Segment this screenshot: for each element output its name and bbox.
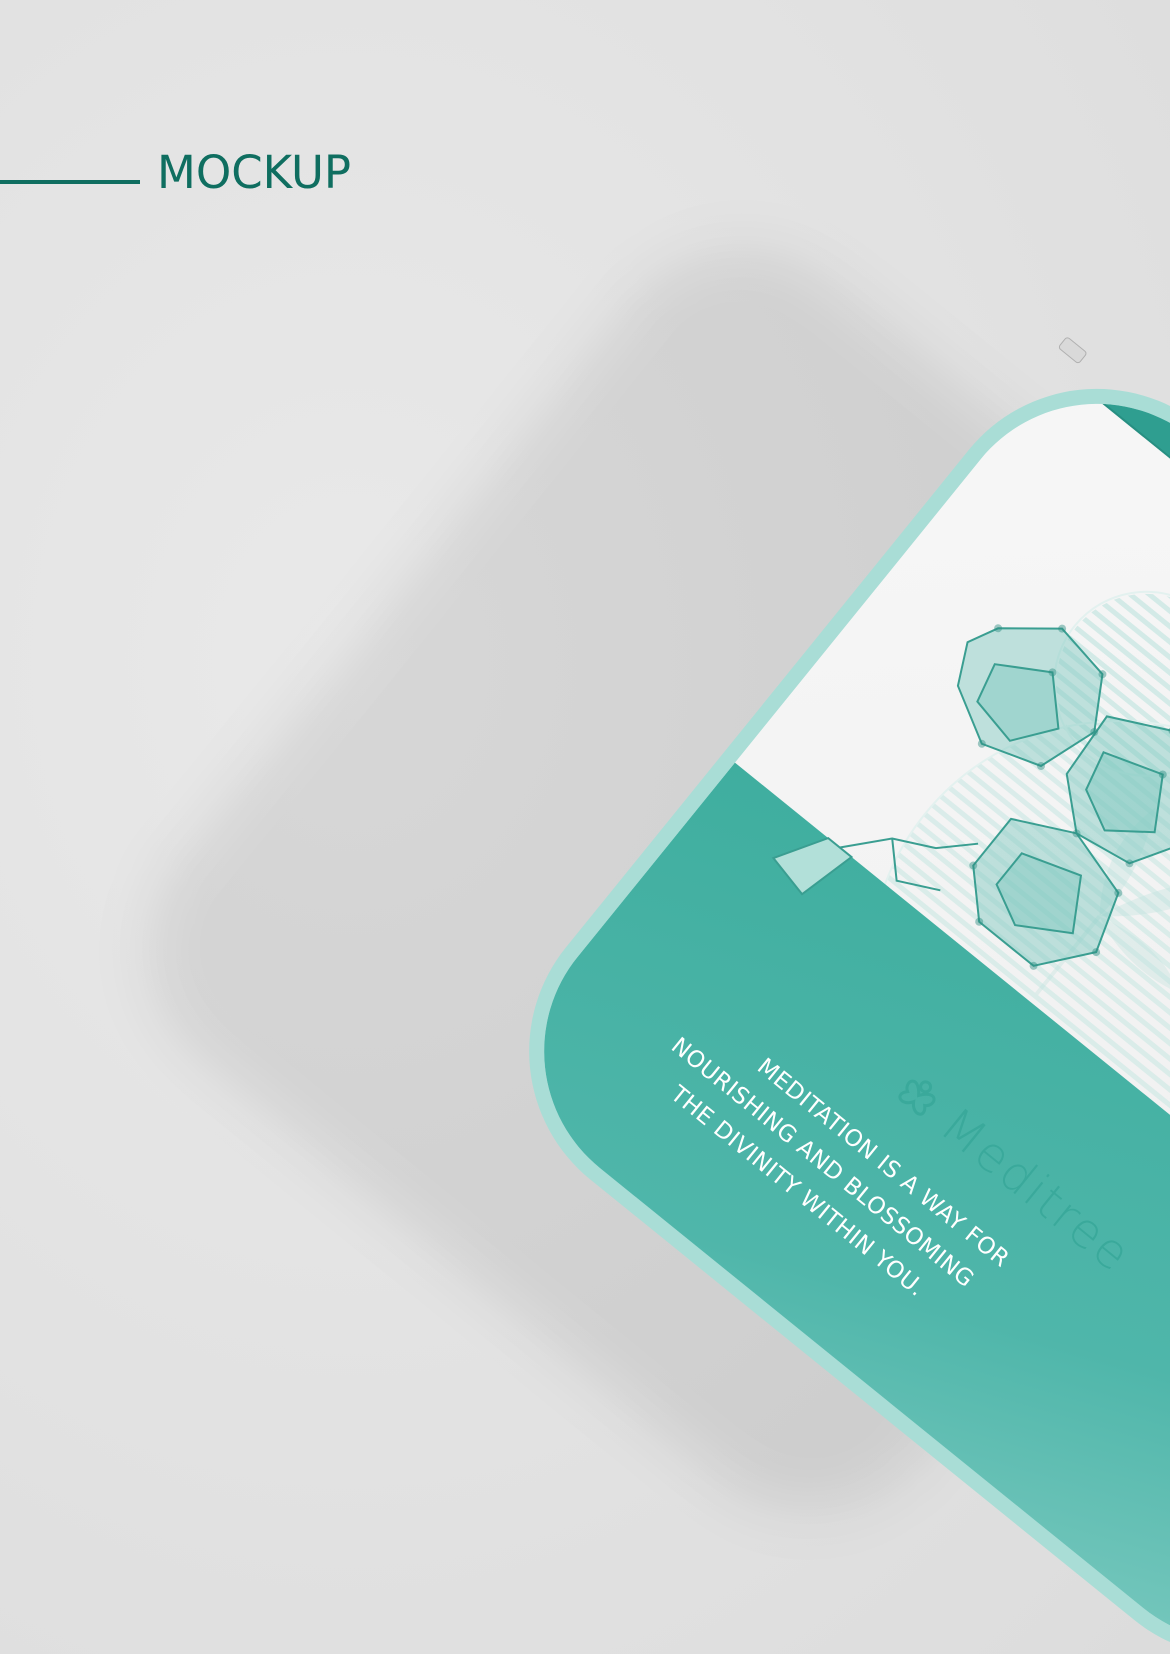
- zipper-pull: [1058, 337, 1087, 364]
- mockup-scene: Meditree MEDITATION IS A WAY FOR NOURISH…: [0, 0, 1170, 1654]
